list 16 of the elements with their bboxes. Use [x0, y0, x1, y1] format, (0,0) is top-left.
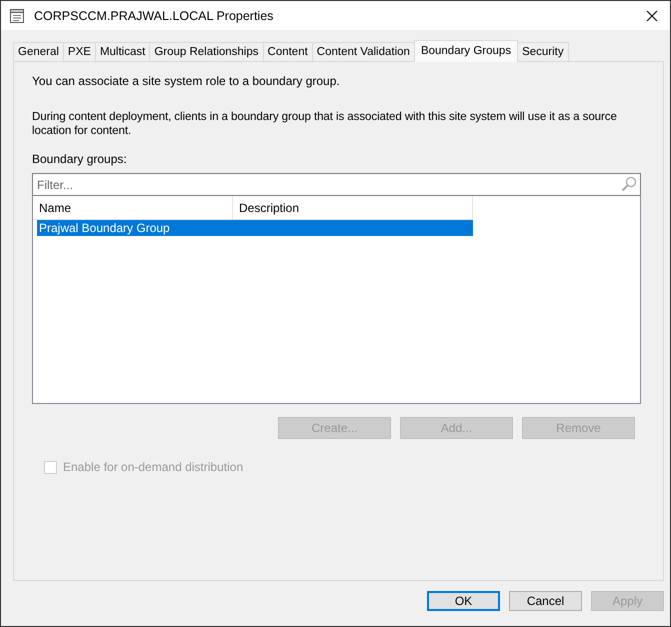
dialog-button[interactable]: OK	[427, 591, 500, 611]
tab[interactable]: Security	[517, 42, 569, 61]
filter-field[interactable]: Filter...	[32, 173, 641, 196]
checkbox-label: Enable for on-demand distribution	[63, 460, 244, 474]
list-row[interactable]: Prajwal Boundary Group	[37, 220, 473, 236]
tab[interactable]: General	[13, 42, 64, 61]
search-icon	[621, 176, 637, 192]
table-cell: Prajwal Boundary Group	[39, 221, 170, 235]
description-text: During content deployment, clients in a boundary group that is associated with this site system will use it as a source location for content.	[32, 110, 618, 138]
tab[interactable]: Boundary Groups	[414, 40, 518, 62]
dialog-button[interactable]: Cancel	[509, 591, 582, 611]
intro-text: You can associate a site system role to a boundary group.	[32, 74, 341, 88]
close-icon[interactable]	[646, 10, 658, 22]
window-title: CORPSCCM.PRAJWAL.LOCAL Properties	[34, 8, 274, 22]
list-label: Boundary groups:	[32, 152, 128, 166]
properties-icon	[9, 8, 25, 24]
